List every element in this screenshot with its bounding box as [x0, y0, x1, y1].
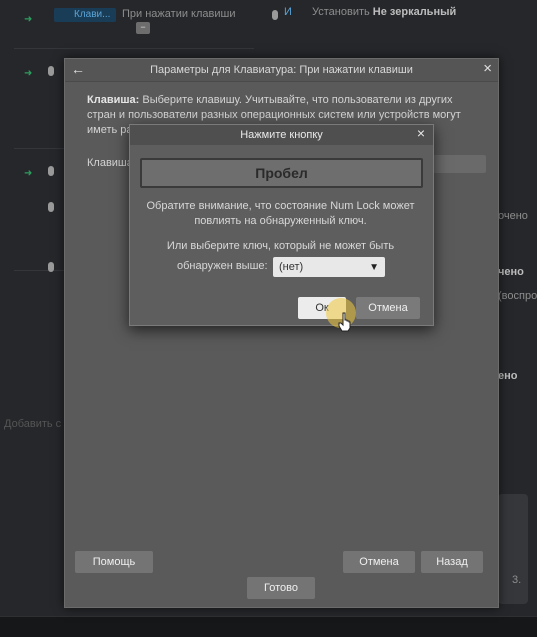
bg-event-row: ➜ Клави... При нажатии клавиши − — [14, 0, 254, 49]
help-button[interactable]: Помощь — [75, 551, 153, 573]
microphone-icon — [272, 10, 278, 20]
numlock-note: Обратите внимание, что состояние Num Loc… — [146, 200, 415, 227]
key-select-value: (нет) — [279, 261, 304, 273]
choose-key-note: Или выберите ключ, который не может быть — [166, 240, 395, 252]
press-key-modal: Нажмите кнопку × Пробел Обратите внимани… — [129, 124, 434, 326]
microphone-icon — [48, 66, 54, 76]
bg-keyboard-chip: Клави... — [54, 8, 116, 22]
bg-action-label: Установить Не зеркальный — [312, 6, 457, 18]
back-button[interactable]: Назад — [421, 551, 483, 573]
arrow-right-icon: ➜ — [24, 68, 33, 79]
bg-bottom-bar — [0, 616, 537, 637]
dialog-title: Параметры для Клавиатура: При нажатии кл… — [150, 64, 413, 76]
bg-side-number: 3. — [512, 574, 522, 586]
modal-title: Нажмите кнопку — [240, 129, 323, 141]
arrow-right-icon: ➜ — [24, 14, 33, 25]
cancel-button[interactable]: Отмена — [343, 551, 415, 573]
arrow-right-icon: ➜ — [24, 168, 33, 179]
hand-cursor-icon — [338, 312, 351, 332]
minus-icon: − — [136, 22, 150, 34]
key-label: Клавиша — [87, 157, 133, 169]
bg-fragment: чено — [498, 266, 524, 278]
microphone-icon — [48, 262, 54, 272]
bg-fragment: (воспро — [498, 290, 537, 302]
modal-titlebar: Нажмите кнопку × — [130, 125, 433, 145]
captured-key-display[interactable]: Пробел — [140, 158, 423, 188]
close-icon[interactable]: × — [417, 125, 425, 141]
arrow-left-icon[interactable]: ← — [71, 61, 85, 77]
bg-action-prefix: И — [284, 6, 292, 18]
microphone-icon — [48, 202, 54, 212]
bg-trigger-label: При нажатии клавиши — [122, 8, 236, 20]
bg-side-panel — [498, 494, 528, 604]
microphone-icon — [48, 166, 54, 176]
close-icon[interactable]: × — [483, 60, 492, 77]
dialog-titlebar: ← Параметры для Клавиатура: При нажатии … — [65, 59, 498, 82]
bg-add-link: Добавить с — [4, 418, 62, 430]
bg-fragment: очено — [498, 210, 528, 222]
chevron-down-icon: ▼ — [369, 261, 379, 273]
bg-fragment: ено — [498, 370, 518, 382]
done-button[interactable]: Готово — [247, 577, 315, 599]
modal-cancel-button[interactable]: Отмена — [356, 297, 420, 319]
key-select[interactable]: (нет) ▼ — [273, 257, 385, 277]
choose-key-note-2: обнаружен выше: — [177, 260, 268, 272]
